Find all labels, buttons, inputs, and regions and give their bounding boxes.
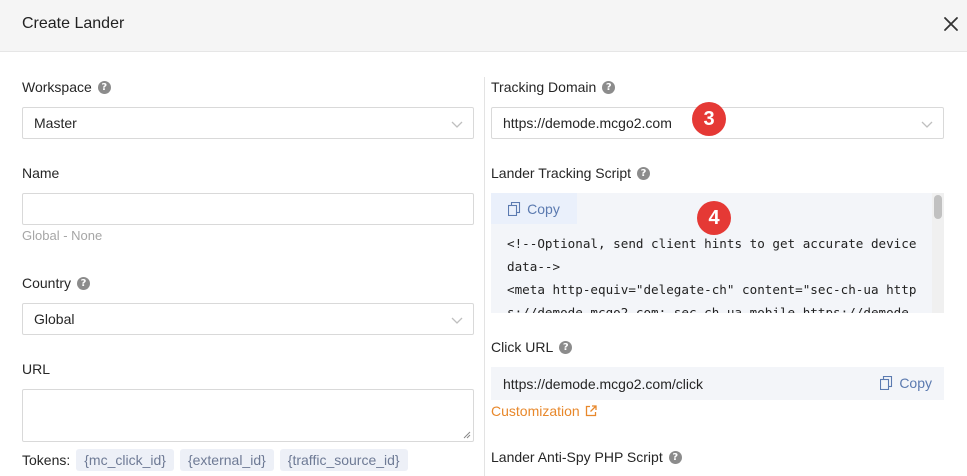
click-url-label: Click URL ? — [491, 339, 573, 355]
help-icon[interactable]: ? — [97, 80, 111, 94]
url-textarea[interactable] — [22, 389, 474, 442]
dialog-title: Create Lander — [22, 15, 125, 32]
chevron-down-icon — [451, 121, 463, 128]
customization-link[interactable]: Customization — [491, 403, 597, 419]
country-select[interactable]: Global — [22, 303, 474, 335]
close-icon[interactable] — [940, 13, 962, 35]
tokens-label: Tokens: — [22, 452, 71, 468]
tokens-row: Tokens: {mc_click_id} {external_id} {tra… — [22, 449, 408, 471]
chevron-down-icon — [451, 317, 463, 324]
help-icon[interactable]: ? — [77, 276, 91, 290]
step-badge-3: 3 — [692, 102, 726, 136]
tracking-script-code: <!--Optional, send client hints to get a… — [507, 236, 917, 313]
help-icon[interactable]: ? — [637, 166, 651, 180]
token-chip[interactable]: {external_id} — [179, 449, 274, 471]
click-url-field: https://demode.mcgo2.com/click Copy — [491, 367, 944, 400]
scrollbar[interactable] — [932, 193, 944, 313]
step-badge-4: 4 — [697, 201, 731, 235]
token-chip[interactable]: {mc_click_id} — [76, 449, 174, 471]
copy-icon — [880, 376, 893, 390]
tracking-domain-label: Tracking Domain ? — [491, 79, 616, 95]
help-icon[interactable]: ? — [559, 340, 573, 354]
click-url-value: https://demode.mcgo2.com/click — [503, 375, 703, 392]
help-icon[interactable]: ? — [602, 80, 616, 94]
copy-icon — [508, 201, 521, 216]
external-link-icon — [585, 405, 597, 417]
chevron-down-icon — [921, 121, 933, 128]
workspace-select[interactable]: Master — [22, 107, 474, 139]
dialog-header: Create Lander — [0, 0, 967, 52]
country-label: Country ? — [22, 275, 91, 291]
workspace-label: Workspace ? — [22, 79, 111, 95]
name-input[interactable] — [22, 193, 474, 225]
tracking-script-label: Lander Tracking Script ? — [491, 165, 651, 181]
copy-script-button[interactable]: Copy — [491, 193, 577, 224]
name-hint: Global - None — [22, 228, 103, 243]
resize-handle-icon[interactable] — [463, 431, 471, 439]
anti-spy-label: Lander Anti-Spy PHP Script ? — [491, 449, 682, 465]
url-label: URL — [22, 361, 51, 377]
help-icon[interactable]: ? — [668, 450, 682, 464]
token-chip[interactable]: {traffic_source_id} — [279, 449, 408, 471]
column-divider — [484, 77, 485, 476]
copy-click-url-button[interactable]: Copy — [880, 375, 932, 391]
name-label: Name — [22, 165, 60, 181]
scrollbar-thumb[interactable] — [934, 195, 942, 219]
